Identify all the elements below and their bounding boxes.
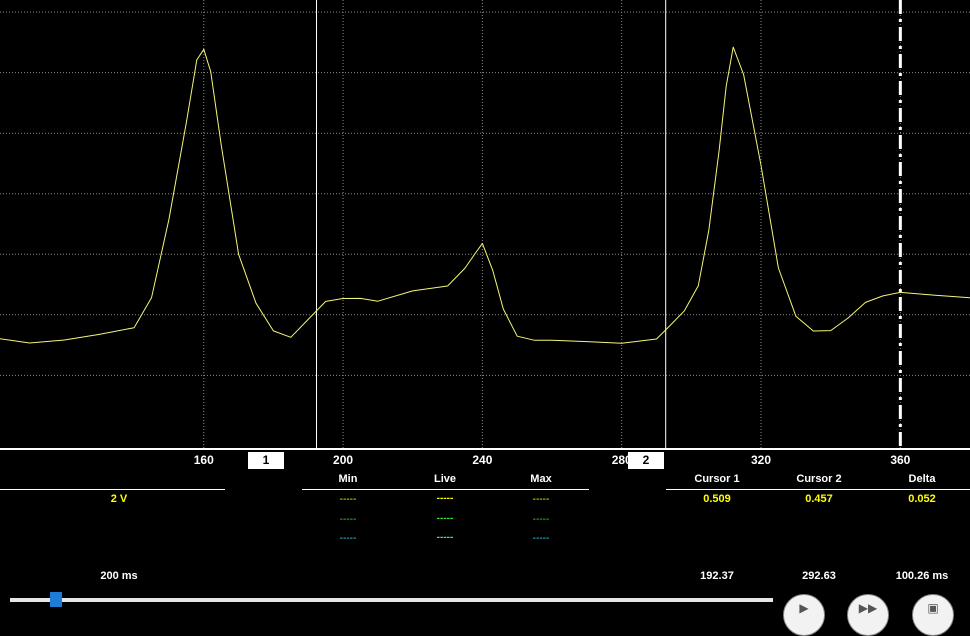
cursor-2-flag[interactable]: 2 (628, 452, 664, 469)
channel-1-max: ----- (532, 494, 550, 505)
timebase[interactable]: 200 ms (100, 570, 137, 582)
channel-scale-divider (0, 489, 225, 490)
x-tick-label: 320 (751, 453, 772, 467)
live-column-header: Live (433, 473, 457, 485)
cursor-divider (666, 489, 970, 490)
x-tick-label: 160 (193, 453, 214, 467)
cursor-2-value: 0.457 (805, 493, 833, 505)
x-tick-label: 360 (890, 453, 911, 467)
delta-header: Delta (908, 473, 936, 485)
signal-trace (0, 46, 970, 344)
timeline-slider[interactable] (10, 598, 773, 602)
cursor-2-header: Cursor 2 (796, 473, 842, 485)
cursor-2-time: 292.63 (802, 570, 836, 582)
play-button[interactable]: ▶ (783, 594, 825, 636)
max-column-header: Max (530, 473, 552, 485)
channel-1-live: ----- (436, 493, 454, 504)
screen-icon: ▣ (927, 601, 939, 615)
channel-1-min: ----- (339, 494, 357, 505)
delta-time: 100.26 ms (895, 570, 949, 582)
waveform-chart[interactable] (0, 0, 970, 450)
cursor-1-flag[interactable]: 1 (248, 452, 284, 469)
screen-button[interactable]: ▣ (912, 594, 954, 636)
cursor-1-time: 192.37 (700, 570, 734, 582)
channel-3-min: ----- (339, 533, 357, 544)
x-tick-label: 240 (472, 453, 493, 467)
timeline-slider-thumb[interactable] (49, 592, 62, 607)
cursor-1-value: 0.509 (703, 493, 731, 505)
fast-forward-button[interactable]: ▶▶ (847, 594, 889, 636)
cursor-1-header: Cursor 1 (694, 473, 740, 485)
fast-forward-icon: ▶▶ (858, 601, 878, 615)
channel-2-live: ----- (436, 513, 454, 524)
play-icon: ▶ (799, 601, 809, 615)
x-tick-label: 200 (333, 453, 354, 467)
min-column-header: Min (338, 473, 358, 485)
x-axis-line (0, 448, 970, 450)
delta-value: 0.052 (908, 493, 936, 505)
voltage-scale[interactable]: 2 V (111, 493, 128, 505)
channel-2-min: ----- (339, 514, 357, 525)
channel-2-max: ----- (532, 514, 550, 525)
channel-3-live: ----- (436, 532, 454, 543)
channel-3-max: ----- (532, 533, 550, 544)
grid (0, 0, 970, 448)
measurement-divider (302, 489, 589, 490)
